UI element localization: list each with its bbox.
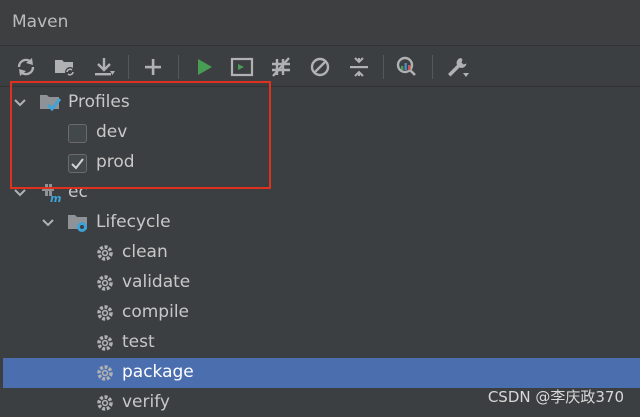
lifecycle-goal-validate[interactable]: validate xyxy=(0,268,640,298)
execute-goal-button[interactable] xyxy=(229,54,255,80)
checkmark-icon xyxy=(71,158,84,170)
lifecycle-goal-compile[interactable]: compile xyxy=(0,298,640,328)
goal-label: compile xyxy=(122,302,190,322)
download-button[interactable] xyxy=(91,54,117,80)
run-icon xyxy=(198,59,212,75)
goal-label: verify xyxy=(122,392,170,412)
collapse-all-button[interactable] xyxy=(346,54,372,80)
skip-tests-icon xyxy=(310,57,330,77)
maven-project-icon: m xyxy=(42,184,61,203)
chevron-down-icon[interactable] xyxy=(41,216,55,230)
reload-icon xyxy=(17,58,35,76)
goal-label: package xyxy=(122,362,194,382)
plus-icon xyxy=(145,59,161,75)
tree-node-project[interactable]: m ec xyxy=(0,178,640,208)
tree-node-label: Profiles xyxy=(68,92,130,112)
add-button[interactable] xyxy=(140,54,166,80)
lifecycle-goal-test[interactable]: test xyxy=(0,328,640,358)
profile-checkbox-dev[interactable] xyxy=(68,124,87,143)
gear-icon xyxy=(97,305,113,321)
tool-window-title: Maven xyxy=(12,12,69,32)
download-icon xyxy=(95,58,115,76)
lifecycle-goal-clean[interactable]: clean xyxy=(0,238,640,268)
gear-icon xyxy=(97,275,113,291)
svg-text:m: m xyxy=(50,192,61,203)
toolbar-separator xyxy=(128,55,129,79)
settings-button[interactable] xyxy=(445,54,471,80)
toolbar-separator xyxy=(383,55,384,79)
reload-button[interactable] xyxy=(13,54,39,80)
tree-node-profiles[interactable]: Profiles xyxy=(0,88,640,118)
goal-label: validate xyxy=(122,272,191,292)
wrench-icon xyxy=(448,58,469,77)
tree-node-label: Lifecycle xyxy=(96,212,171,232)
run-button[interactable] xyxy=(191,54,217,80)
gear-icon xyxy=(97,395,113,411)
watermark: CSDN @李庆政370 xyxy=(487,388,624,406)
gear-icon xyxy=(97,245,113,261)
collapse-icon xyxy=(350,57,368,77)
toggle-offline-icon xyxy=(272,57,290,77)
profile-item-dev[interactable]: dev xyxy=(0,118,640,148)
goal-label: clean xyxy=(122,242,168,262)
generate-sources-button[interactable] xyxy=(52,54,78,80)
profile-label: dev xyxy=(96,122,128,142)
chevron-down-icon[interactable] xyxy=(13,186,27,200)
maven-project-tree: Profiles dev prod m ec Lifecycle clean v… xyxy=(0,88,640,417)
profile-checkbox-prod[interactable] xyxy=(68,154,87,173)
tree-node-label: ec xyxy=(68,182,88,202)
lifecycle-goal-package[interactable]: package xyxy=(3,358,640,388)
profiles-folder-icon xyxy=(40,95,61,112)
skip-tests-button[interactable] xyxy=(307,54,333,80)
toggle-offline-button[interactable] xyxy=(268,54,294,80)
gear-icon xyxy=(97,365,113,381)
chevron-down-icon[interactable] xyxy=(13,96,27,110)
gear-icon xyxy=(97,335,113,351)
maven-toolbar xyxy=(0,47,640,87)
lifecycle-folder-icon xyxy=(68,215,87,232)
analyze-dependencies-button[interactable] xyxy=(394,54,420,80)
toolbar-separator xyxy=(178,55,179,79)
toolbar-separator xyxy=(432,55,433,79)
analyze-icon xyxy=(396,56,416,76)
profile-label: prod xyxy=(96,152,135,172)
tool-window-header: Maven xyxy=(0,0,640,46)
goal-label: test xyxy=(122,332,155,352)
terminal-icon xyxy=(230,57,254,77)
folder-refresh-icon xyxy=(55,60,75,77)
profile-item-prod[interactable]: prod xyxy=(0,148,640,178)
tree-node-lifecycle[interactable]: Lifecycle xyxy=(0,208,640,238)
